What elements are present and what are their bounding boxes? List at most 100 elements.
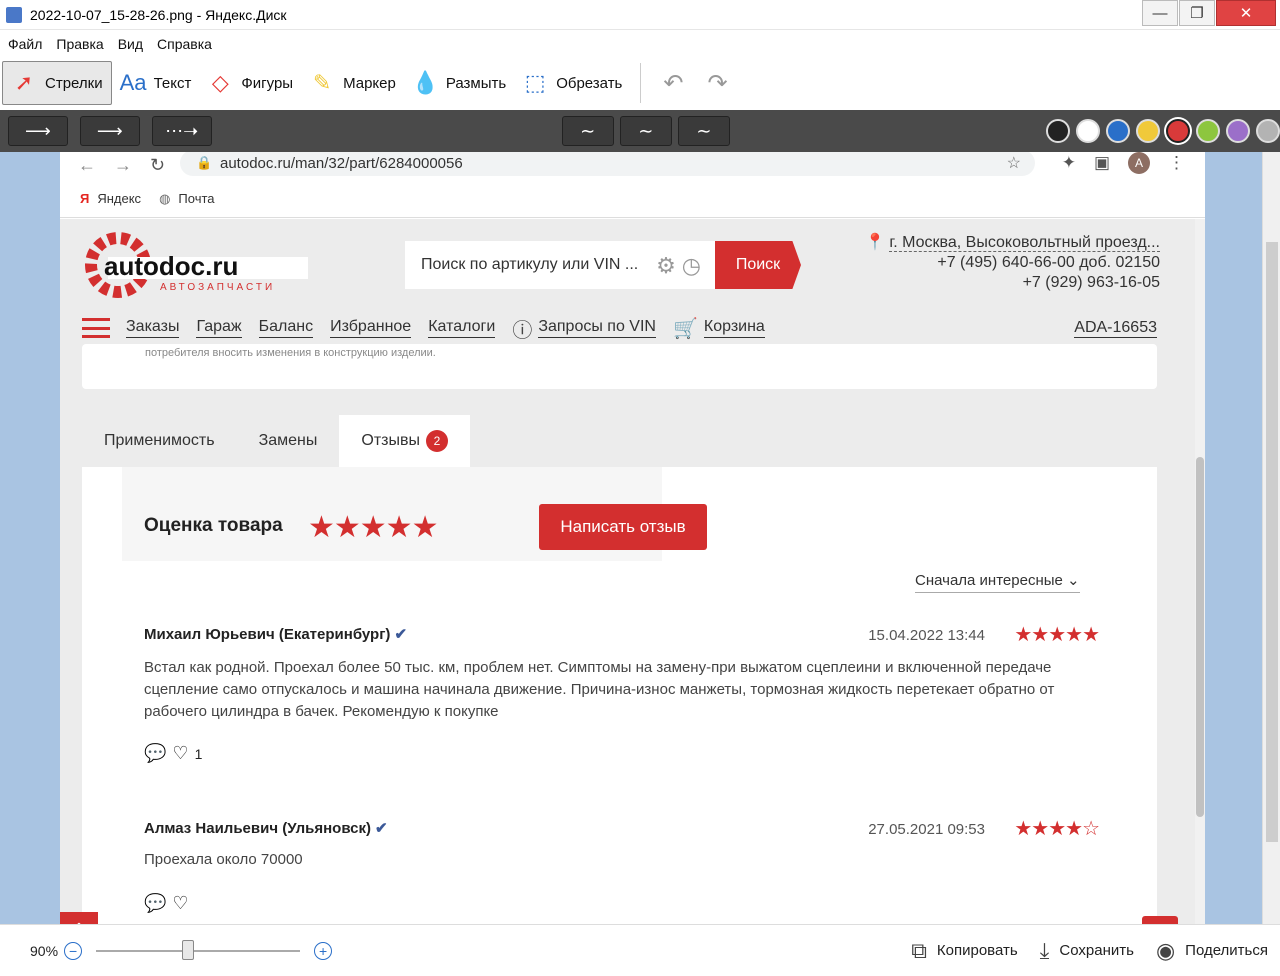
close-button[interactable]: ✕ bbox=[1216, 0, 1276, 26]
stroke-thick[interactable]: ∼ bbox=[677, 116, 730, 146]
chevron-down-icon: ⌄ bbox=[1067, 572, 1080, 589]
tab-reviews[interactable]: Отзывы 2 bbox=[339, 415, 470, 467]
minimize-button[interactable]: — bbox=[1142, 0, 1178, 26]
feedback-send-button[interactable]: ➤ bbox=[1142, 916, 1178, 924]
arrow-style-thick[interactable]: ⟶ bbox=[79, 116, 140, 146]
menu-file[interactable]: Файл bbox=[8, 36, 42, 52]
tool-arrows[interactable]: ➚ Стрелки bbox=[2, 61, 112, 105]
maximize-button[interactable]: ❐ bbox=[1179, 0, 1215, 26]
window-title: 2022-10-07_15-28-26.png - Яндекс.Диск bbox=[30, 6, 287, 23]
nav-garage[interactable]: Гараж bbox=[196, 318, 242, 338]
zoom-level: 90% bbox=[30, 942, 59, 959]
city-link[interactable]: г. Москва, Высоковольтный проезд... bbox=[889, 234, 1160, 252]
tab-replacements[interactable]: Замены bbox=[237, 415, 340, 467]
scroll-top-button[interactable]: ⌃ bbox=[60, 912, 98, 924]
reload-icon[interactable]: ↻ bbox=[150, 155, 165, 176]
review-stars: ★★★★★ bbox=[1014, 624, 1100, 646]
tool-text[interactable]: Aa Текст bbox=[112, 61, 200, 105]
page-scrollbar[interactable] bbox=[1195, 219, 1205, 924]
menu-bar: Файл Правка Вид Справка bbox=[0, 32, 1280, 56]
avatar[interactable]: A bbox=[1128, 152, 1150, 174]
nav-catalogs[interactable]: Каталоги bbox=[428, 318, 496, 338]
history-icon[interactable]: ◷ bbox=[682, 253, 707, 278]
comment-icon[interactable]: 💬 bbox=[144, 743, 166, 764]
comment-icon[interactable]: 💬 bbox=[144, 893, 166, 914]
nav-orders[interactable]: Заказы bbox=[126, 318, 180, 338]
phone-1: +7 (495) 640-66-00 доб. 02150 bbox=[937, 254, 1160, 271]
menu-edit[interactable]: Правка bbox=[56, 36, 103, 52]
back-icon[interactable]: ← bbox=[78, 155, 96, 176]
share-button[interactable]: ◉ Поделиться bbox=[1156, 938, 1268, 964]
zoom-slider[interactable] bbox=[96, 939, 301, 960]
write-review-button[interactable]: Написать отзыв bbox=[539, 504, 707, 550]
color-swatch[interactable] bbox=[1226, 119, 1250, 143]
like-icon[interactable]: ♡ bbox=[172, 893, 188, 914]
color-swatch[interactable] bbox=[1106, 119, 1130, 143]
viewer-scrollbar[interactable] bbox=[1262, 152, 1280, 924]
tool-marker[interactable]: ✎ Маркер bbox=[301, 61, 404, 105]
nav-favorites[interactable]: Избранное bbox=[330, 318, 412, 338]
search-input[interactable]: Поиск по артикулу или VIN ... ⚙◷ bbox=[405, 241, 715, 289]
autodoc-logo[interactable]: autodoc.ru АВТОЗАПЧАСТИ bbox=[82, 229, 322, 301]
stroke-thin[interactable]: ∼ bbox=[561, 116, 614, 146]
redo-icon[interactable]: ↷ bbox=[708, 69, 728, 98]
nav-vin-requests[interactable]: Запросы по VIN bbox=[538, 318, 656, 338]
phone-2: +7 (929) 963-16-05 bbox=[1022, 274, 1160, 291]
undo-icon[interactable]: ↶ bbox=[663, 69, 683, 98]
search-button[interactable]: Поиск bbox=[715, 241, 801, 289]
yandex-icon: Я bbox=[80, 191, 90, 206]
url-field[interactable]: 🔒 autodoc.ru/man/32/part/6284000056 ☆ bbox=[180, 152, 1035, 176]
review-date: 15.04.2022 13:44 bbox=[868, 627, 985, 644]
arrow-icon: ➚ bbox=[14, 70, 34, 95]
screenshot-image: ← → ↻ 🔒 autodoc.ru/man/32/part/628400005… bbox=[60, 152, 1205, 924]
marker-icon: ✎ bbox=[312, 70, 332, 95]
product-tabs: Применимость Замены Отзывы 2 bbox=[82, 415, 470, 467]
nav-cart[interactable]: Корзина bbox=[703, 318, 765, 338]
tool-blur[interactable]: 💧 Размыть bbox=[404, 61, 514, 105]
forward-icon[interactable]: → bbox=[114, 155, 132, 176]
zoom-in-button[interactable]: + bbox=[314, 941, 333, 960]
arrow-style-thin[interactable]: ⟶ bbox=[8, 116, 68, 146]
crop-icon: ⬚ bbox=[524, 70, 546, 95]
bookmark-star-icon[interactable]: ☆ bbox=[1007, 153, 1021, 173]
tab-applicability[interactable]: Применимость bbox=[82, 415, 237, 467]
color-swatch[interactable] bbox=[1136, 119, 1160, 143]
nav-balance[interactable]: Баланс bbox=[258, 318, 314, 338]
color-swatch[interactable] bbox=[1166, 119, 1190, 143]
review-stars: ★★★★☆ bbox=[1014, 818, 1100, 840]
status-bar: 90% − + ⧉ Копировать ⤓ Сохранить ◉ Поделить… bbox=[0, 924, 1280, 976]
account-id[interactable]: ADA-16653 bbox=[1074, 319, 1157, 338]
color-swatch[interactable] bbox=[1046, 119, 1070, 143]
question-icon: ⓘ bbox=[512, 319, 533, 342]
style-bar: ⟶ ⟶ ⋯➝ ∼ ∼ ∼ bbox=[0, 110, 1280, 152]
menu-view[interactable]: Вид bbox=[118, 36, 143, 52]
menu-icon[interactable] bbox=[82, 318, 110, 338]
copy-icon: ⧉ bbox=[911, 937, 927, 963]
settings-icon[interactable]: ⚙ bbox=[656, 253, 682, 278]
zoom-out-button[interactable]: − bbox=[64, 941, 83, 960]
review-date: 27.05.2021 09:53 bbox=[868, 821, 985, 838]
bookmark-yandex[interactable]: Яндекс bbox=[97, 191, 141, 206]
like-icon[interactable]: ♡ bbox=[172, 743, 188, 764]
info-text: потребителя вносить изменения в конструк… bbox=[145, 347, 436, 359]
sidepanel-icon[interactable]: ▣ bbox=[1094, 153, 1110, 173]
shapes-icon: ◇ bbox=[211, 70, 229, 95]
autodoc-page: autodoc.ru АВТОЗАПЧАСТИ Поиск по артикул… bbox=[60, 219, 1195, 924]
zoom-slider-handle[interactable] bbox=[181, 939, 194, 960]
tool-shapes[interactable]: ◇ Фигуры bbox=[199, 61, 301, 105]
color-swatch[interactable] bbox=[1076, 119, 1100, 143]
tool-crop[interactable]: ⬚ Обрезать bbox=[514, 61, 630, 105]
menu-help[interactable]: Справка bbox=[157, 36, 212, 52]
save-button[interactable]: ⤓ Сохранить bbox=[1040, 938, 1134, 964]
extensions-icon[interactable]: ✦ bbox=[1062, 153, 1076, 173]
sort-select[interactable]: Сначала интересные ⌄ bbox=[915, 571, 1080, 593]
stroke-medium[interactable]: ∼ bbox=[619, 116, 672, 146]
color-swatch[interactable] bbox=[1196, 119, 1220, 143]
review-author: Алмаз Наильевич (Ульяновск) bbox=[144, 820, 372, 837]
copy-button[interactable]: ⧉ Копировать bbox=[911, 938, 1017, 964]
more-icon[interactable]: ⋮ bbox=[1168, 153, 1185, 173]
toolbar: ➚ Стрелки Aa Текст ◇ Фигуры ✎ Маркер 💧 Размыт… bbox=[0, 58, 1280, 108]
color-swatch[interactable] bbox=[1256, 119, 1280, 143]
arrow-style-dotted[interactable]: ⋯➝ bbox=[151, 116, 212, 146]
bookmark-mail[interactable]: Почта bbox=[178, 191, 214, 206]
